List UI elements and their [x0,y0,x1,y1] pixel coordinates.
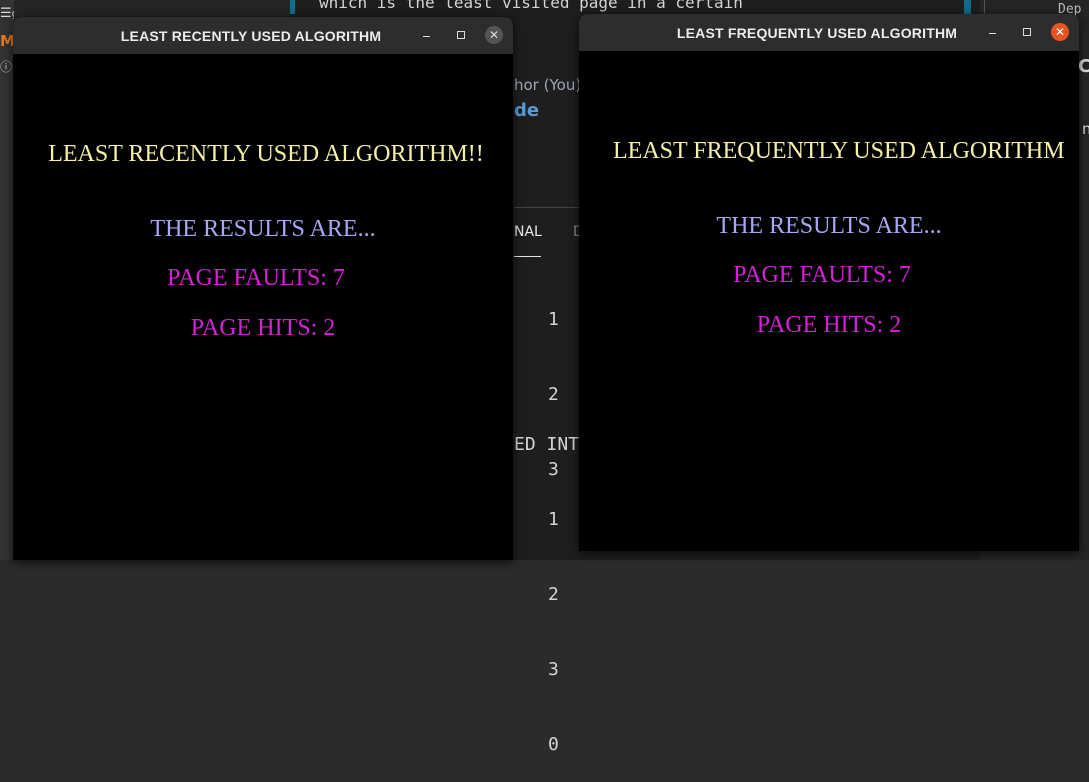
lfu-page-faults: PAGE FAULTS: 7 [733,262,911,288]
window-title: LEAST RECENTLY USED ALGORITHM [120,28,382,44]
close-button[interactable]: ✕ [485,26,503,44]
terminal-line: 0 [548,734,559,755]
lfu-window: LEAST FREQUENTLY USED ALGORITHM ✕ LEAST … [579,14,1079,551]
terminal-line: 1 [548,509,559,530]
activity-bar-icons: ☰gl M ⓘ [0,6,14,84]
editor-gutter-marker [290,0,295,14]
app-logo-icon: M [0,32,14,50]
terminal-output-bottom: 1 2 3 0 [548,457,570,782]
terminal-header: ED INT [514,434,580,455]
menu-icon[interactable]: ☰gl [0,6,14,32]
lru-content: LEAST RECENTLY USED ALGORITHM!! THE RESU… [13,54,513,560]
maximize-button[interactable] [1022,27,1032,37]
close-button[interactable]: ✕ [1051,23,1069,41]
close-icon: ✕ [488,28,500,42]
lfu-results-label: THE RESULTS ARE... [716,213,942,239]
lfu-content: LEAST FREQUENTLY USED ALGORITHM THE RESU… [579,51,1079,551]
lru-window: LEAST RECENTLY USED ALGORITHM ✕ LEAST RE… [13,17,513,560]
lru-results-label: THE RESULTS ARE... [150,216,376,242]
lru-heading: LEAST RECENTLY USED ALGORITHM!! [48,141,484,167]
lfu-page-hits: PAGE HITS: 2 [756,312,902,338]
tab-terminal-underline [514,256,541,257]
window-title: LEAST FREQUENTLY USED ALGORITHM [676,25,958,41]
author-label: hor (You) [514,76,582,94]
lru-titlebar[interactable]: LEAST RECENTLY USED ALGORITHM ✕ [13,17,513,54]
right-panel-heading: C [1078,56,1089,77]
lru-page-faults: PAGE FAULTS: 7 [167,265,345,291]
minimize-button[interactable] [421,27,433,45]
maximize-button[interactable] [456,30,466,40]
terminal-line: 2 [548,384,559,405]
scrollbar-marker [964,0,971,14]
lfu-heading: LEAST FREQUENTLY USED ALGORITHM [613,138,1065,164]
right-panel-text-2: m [1082,120,1089,138]
info-icon[interactable]: ⓘ [0,58,14,84]
lfu-titlebar[interactable]: LEAST FREQUENTLY USED ALGORITHM ✕ [579,14,1079,51]
code-line: which is the least visited page in a cer… [319,0,743,12]
close-icon: ✕ [1054,25,1066,39]
terminal-line: 1 [548,309,559,330]
terminal-line: 3 [548,659,559,680]
tab-terminal[interactable]: NAL [514,224,542,240]
terminal-line: 2 [548,584,559,605]
code-link[interactable]: de [514,100,539,121]
lru-page-hits: PAGE HITS: 2 [190,315,336,341]
minimize-button[interactable] [987,24,999,42]
activity-bar [0,0,14,560]
